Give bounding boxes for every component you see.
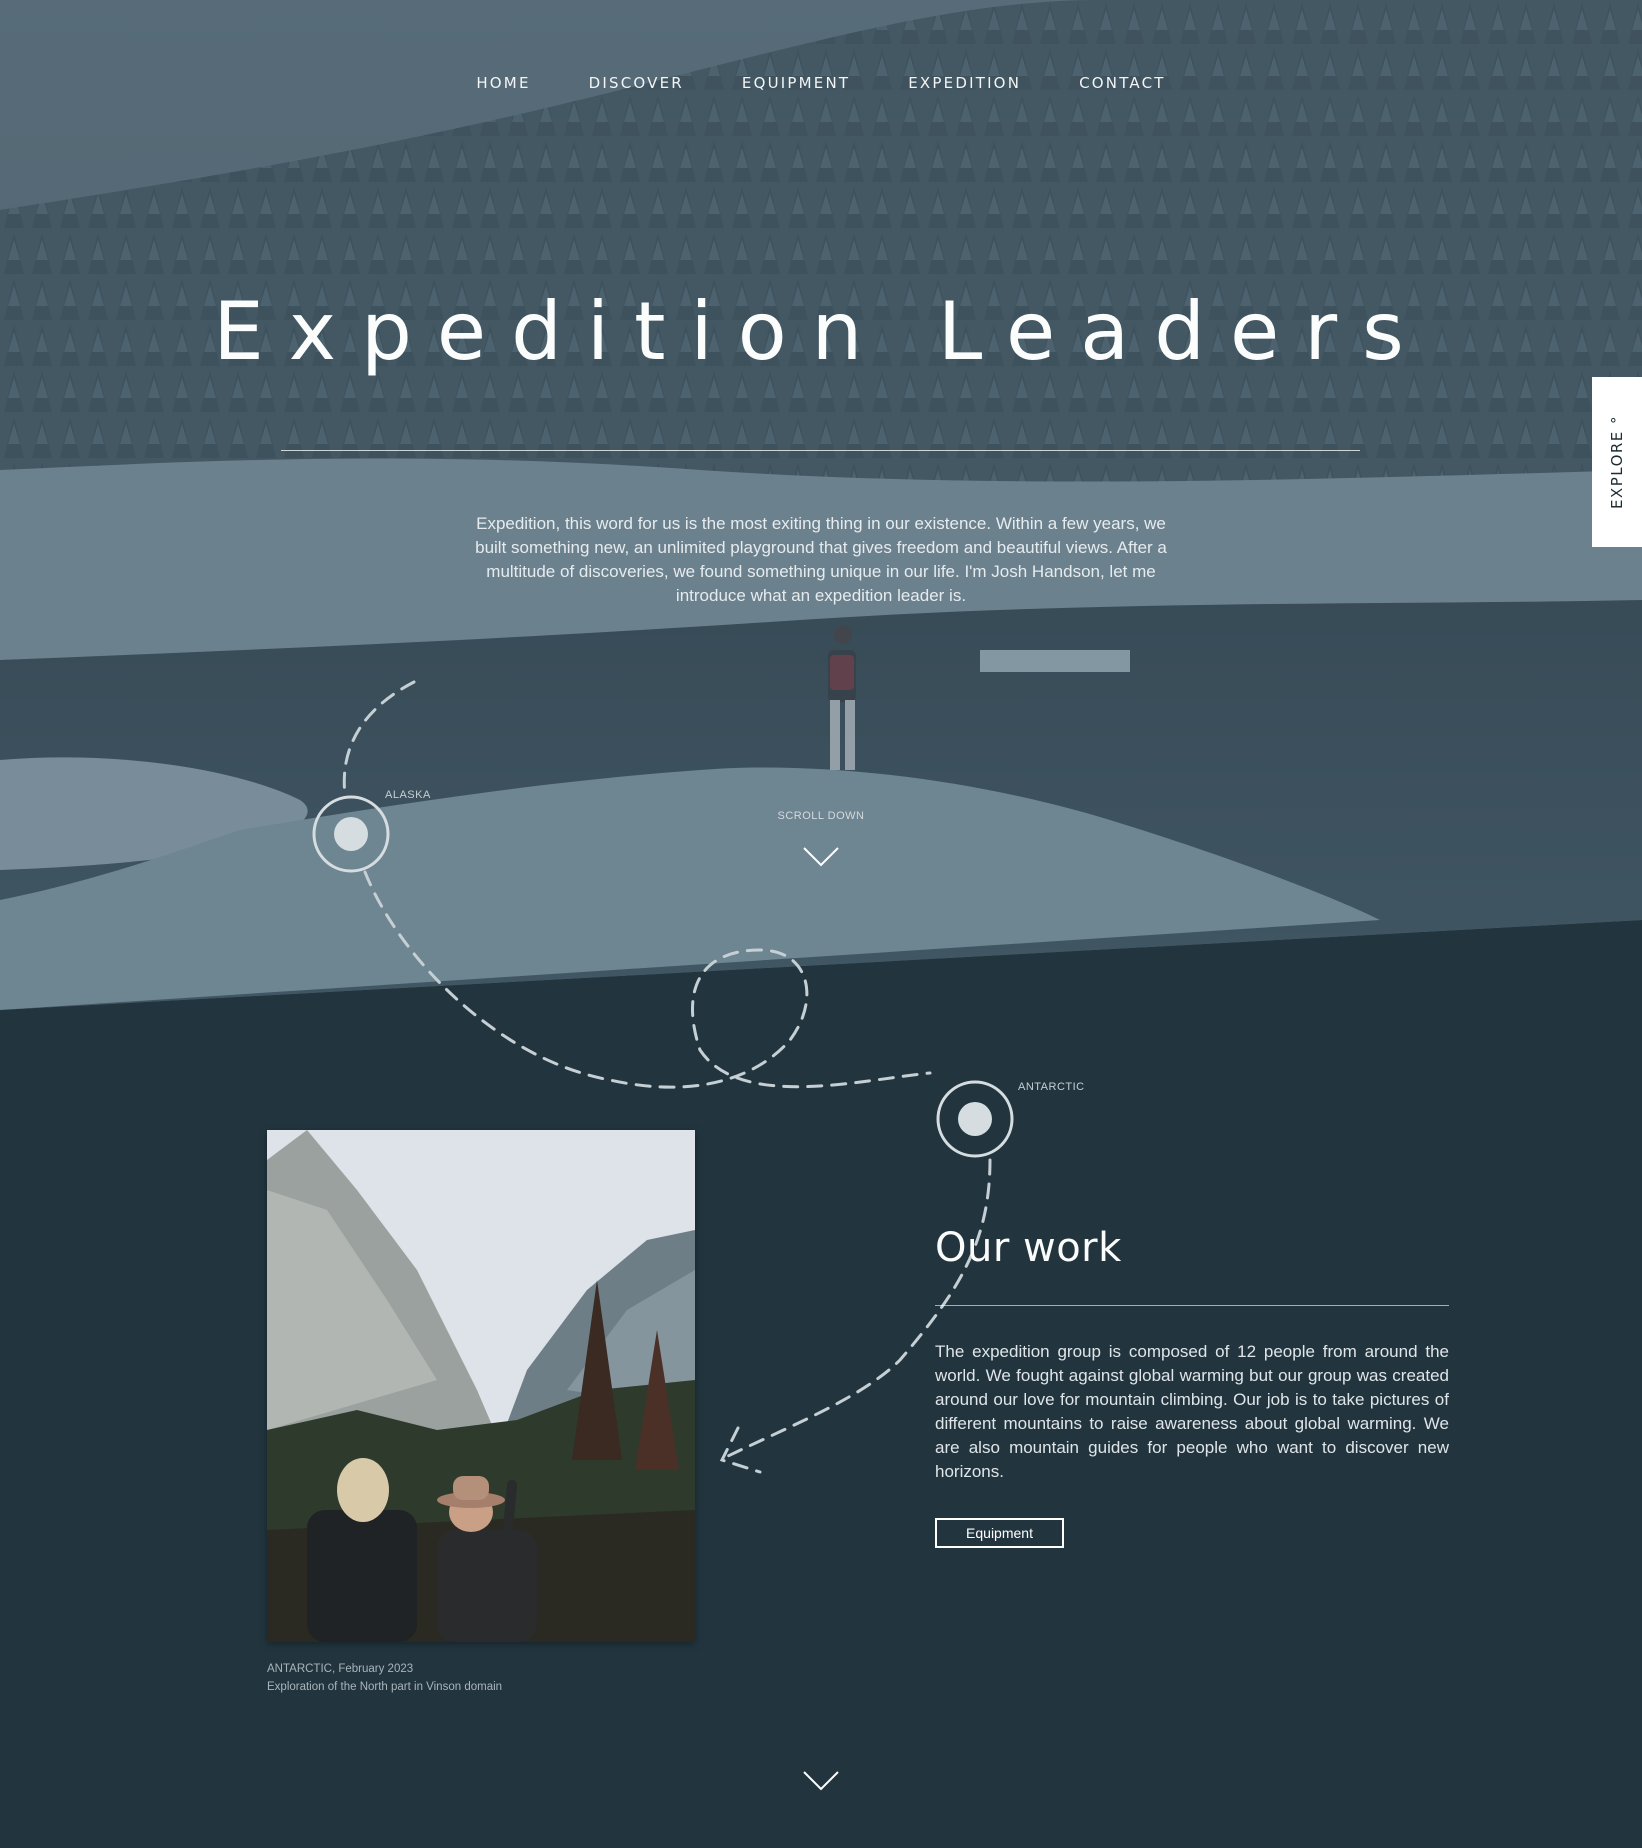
alaska-label: ALASKA [385,789,431,801]
explore-tab[interactable]: EXPLORE ° [1592,377,1642,547]
scroll-down-label: SCROLL DOWN [777,810,865,822]
nav-discover[interactable]: DISCOVER [589,74,684,92]
mountain-hikers-image [267,1130,695,1642]
nav-contact[interactable]: CONTACT [1079,74,1166,92]
chevron-down-icon[interactable] [802,1770,840,1792]
nav-equipment[interactable]: EQUIPMENT [742,74,850,92]
our-work-text: The expedition group is composed of 12 p… [935,1342,1449,1481]
explore-tab-label: EXPLORE ° [1608,414,1627,510]
chevron-down-icon[interactable] [802,846,840,868]
title-divider [281,450,1360,451]
photo-caption: ANTARCTIC, February 2023 Exploration of … [267,1660,502,1696]
caption-line-1: ANTARCTIC, February 2023 [267,1663,414,1675]
antarctic-marker[interactable] [936,1080,1014,1158]
equipment-button[interactable]: Equipment [935,1518,1064,1548]
caption-line-2: Exploration of the North part in Vinson … [267,1681,503,1693]
main-nav: HOME DISCOVER EQUIPMENT EXPEDITION CONTA… [0,74,1642,92]
our-work-divider [935,1305,1449,1306]
antarctic-label: ANTARCTIC [1018,1081,1085,1093]
our-work-title: Our work [935,1225,1122,1271]
work-photo [267,1130,695,1642]
hero-section: HOME DISCOVER EQUIPMENT EXPEDITION CONTA… [0,0,1642,1010]
nav-expedition[interactable]: EXPEDITION [908,74,1021,92]
nav-home[interactable]: HOME [476,74,530,92]
hero-intro-text: Expedition, this word for us is the most… [475,514,1167,605]
hero-title: Expedition Leaders [213,285,1429,378]
